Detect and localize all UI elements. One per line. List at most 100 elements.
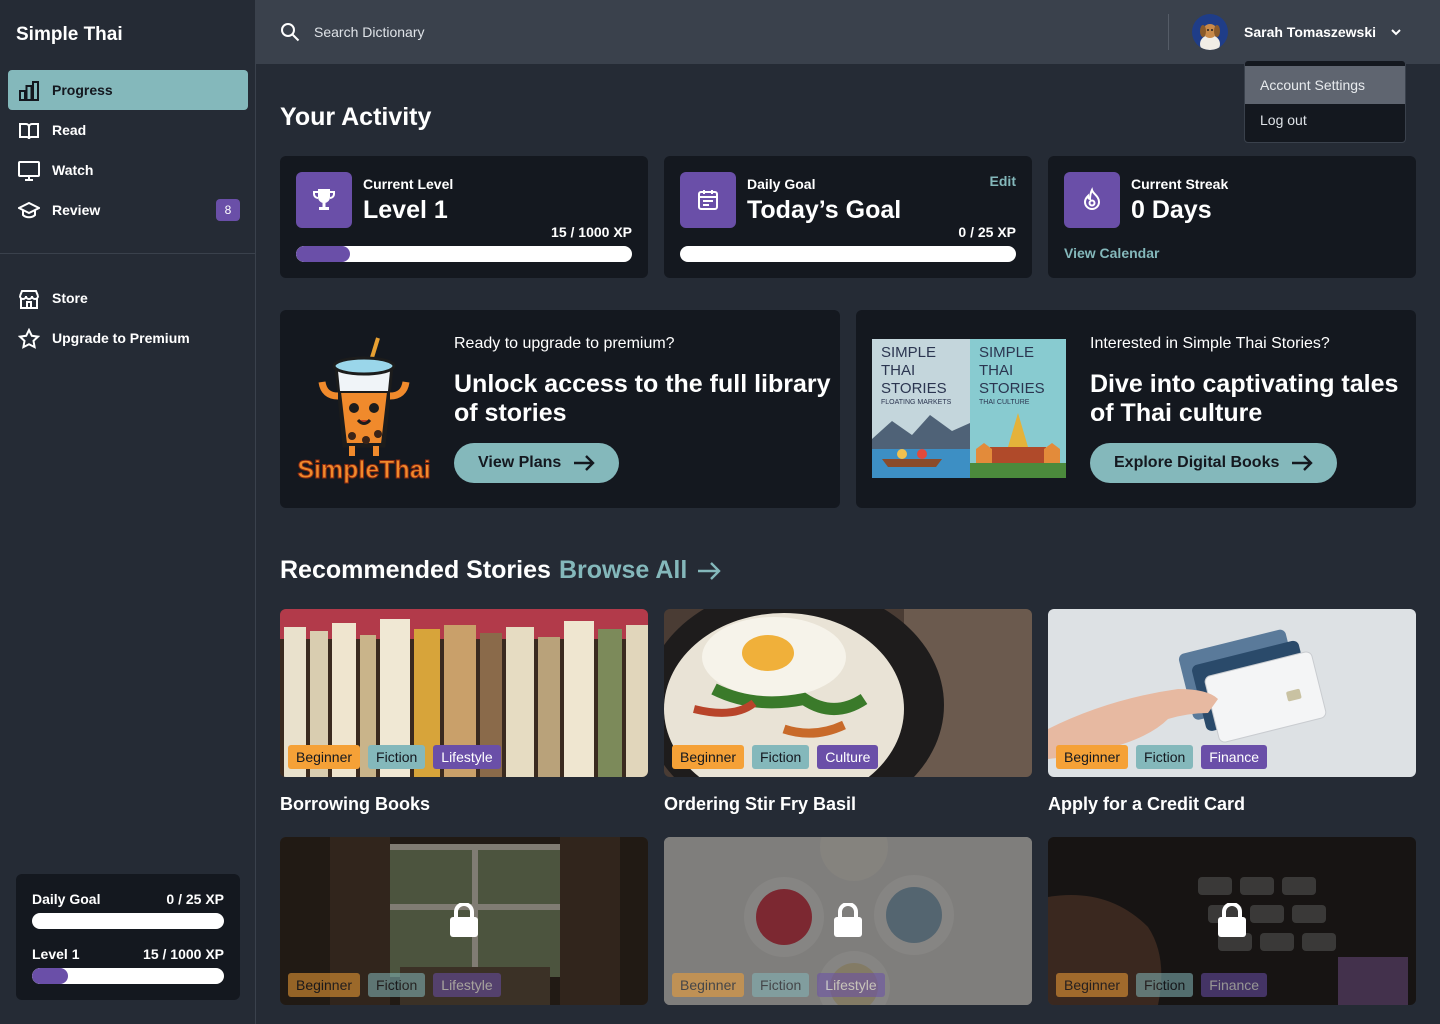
sidebar-item-label: Upgrade to Premium: [52, 330, 190, 346]
daily-goal-card: Daily Goal Today’s Goal Edit 0 / 25 XP: [664, 156, 1032, 278]
book-title: SIMPLE THAI STORIES: [979, 344, 1045, 397]
book-subtitle: THAI CULTURE: [979, 399, 1030, 406]
trophy-icon-box: [296, 172, 352, 228]
tag-level: Beginner: [672, 973, 745, 997]
book-subtitle: FLOATING MARKETS: [881, 399, 952, 406]
current-level-value: Level 1: [363, 196, 448, 224]
tag-genre: Fiction: [1136, 973, 1194, 997]
digital-books-question: Interested in Simple Thai Stories?: [1090, 335, 1330, 352]
book-icon: [19, 123, 39, 140]
chevron-down-icon[interactable]: [1390, 26, 1402, 38]
story-title[interactable]: Ordering Stir Fry Basil: [664, 794, 856, 815]
sidebar: Simple Thai Progress Read Watch Review 8…: [0, 0, 256, 1024]
sidebar-item-watch[interactable]: Watch: [8, 150, 248, 190]
browse-all-link[interactable]: Browse All: [559, 556, 721, 585]
sidebar-item-label: Store: [52, 290, 88, 306]
view-plans-label: View Plans: [478, 454, 562, 471]
story-card-ordering-stir-fry-basil[interactable]: Beginner Fiction Culture: [664, 609, 1032, 777]
daily-goal-xp: 0 / 25 XP: [958, 224, 1016, 240]
sidebar-item-label: Progress: [52, 82, 113, 98]
arrow-right-icon: [574, 455, 596, 471]
book-cover-thai-culture: SIMPLE THAI STORIES THAI CULTURE: [970, 339, 1066, 478]
activity-heading: Your Activity: [280, 103, 432, 131]
search-input[interactable]: Search Dictionary: [280, 22, 425, 42]
floating-market-illustration: [872, 415, 970, 478]
tag-topic: Culture: [817, 745, 879, 769]
store-icon: [19, 290, 39, 309]
daily-goal-label: Daily Goal: [747, 176, 816, 192]
story-card-locked[interactable]: Beginner Fiction Lifestyle: [280, 837, 648, 1005]
browse-all-label: Browse All: [559, 556, 688, 584]
simple-thai-mascot-logo: SimpleThai: [297, 337, 431, 484]
story-card-apply-for-a-credit-card[interactable]: Beginner Fiction Finance: [1048, 609, 1416, 777]
sidebar-item-upgrade[interactable]: Upgrade to Premium: [8, 318, 248, 358]
user-menu-dropdown: Account Settings Log out: [1244, 60, 1406, 143]
sidebar-level-fill: [32, 968, 68, 984]
trophy-icon: [313, 189, 335, 210]
tag-topic: Finance: [1201, 745, 1268, 769]
current-streak-card: Current Streak 0 Days View Calendar: [1048, 156, 1416, 278]
sidebar-daily-goal-label: Daily Goal: [32, 891, 101, 907]
menu-item-logout[interactable]: Log out: [1245, 101, 1405, 139]
tag-level: Beginner: [288, 745, 361, 769]
graduation-cap-icon: [18, 201, 40, 219]
fire-icon: [1083, 187, 1101, 210]
view-plans-button[interactable]: View Plans: [454, 443, 620, 483]
bar-chart-icon: [19, 81, 39, 101]
sidebar-level-value: 15 / 1000 XP: [143, 946, 224, 962]
sidebar-level-label: Level 1: [32, 946, 80, 962]
tag-genre: Fiction: [752, 745, 810, 769]
arrow-right-icon: [698, 561, 721, 580]
sidebar-daily-goal-bar: [32, 913, 224, 929]
digital-books-promo: SIMPLE THAI STORIES FLOATING MARKETS SIM…: [856, 310, 1416, 508]
recommended-heading: Recommended Stories: [280, 556, 551, 584]
view-calendar-link[interactable]: View Calendar: [1064, 245, 1159, 261]
avatar[interactable]: [1192, 14, 1228, 50]
current-streak-label: Current Streak: [1131, 176, 1229, 192]
search-icon: [281, 23, 300, 42]
story-title[interactable]: Apply for a Credit Card: [1048, 794, 1245, 815]
level-progress-bar: [296, 246, 632, 262]
sidebar-item-store[interactable]: Store: [8, 278, 248, 318]
book-cover-floating-markets: SIMPLE THAI STORIES FLOATING MARKETS: [872, 339, 970, 478]
app-title: Simple Thai: [16, 24, 123, 45]
sidebar-item-label: Read: [52, 122, 87, 138]
star-icon: [18, 328, 40, 349]
tag-level: Beginner: [672, 745, 745, 769]
fire-icon-box: [1064, 172, 1120, 228]
story-card-borrowing-books[interactable]: Beginner Fiction Lifestyle: [280, 609, 648, 777]
premium-title: Unlock access to the full library of sto…: [454, 370, 831, 427]
story-card-locked[interactable]: Beginner Fiction Finance: [1048, 837, 1416, 1005]
sidebar-goal-panel: Daily Goal 0 / 25 XP Level 1 15 / 1000 X…: [16, 874, 240, 1000]
digital-books-title: Dive into captivating tales of Thai cult…: [1090, 370, 1399, 427]
daily-goal-progress-bar: [680, 246, 1016, 262]
tag-genre: Fiction: [368, 973, 426, 997]
current-streak-value: 0 Days: [1131, 196, 1212, 224]
lock-icon: [1218, 903, 1246, 937]
sidebar-item-review[interactable]: Review 8: [8, 190, 248, 230]
sidebar-item-read[interactable]: Read: [8, 110, 248, 150]
user-name[interactable]: Sarah Tomaszewski: [1244, 24, 1376, 40]
current-level-card: Current Level Level 1 15 / 1000 XP: [280, 156, 648, 278]
level-progress-fill: [296, 246, 350, 262]
story-tags: Beginner Fiction Lifestyle: [288, 973, 501, 997]
explore-digital-books-button[interactable]: Explore Digital Books: [1090, 443, 1338, 483]
tag-level: Beginner: [288, 973, 361, 997]
story-card-locked[interactable]: Beginner Fiction Lifestyle: [664, 837, 1032, 1005]
daily-goal-value: Today’s Goal: [747, 196, 902, 224]
sidebar-level-bar: [32, 968, 224, 984]
tag-genre: Fiction: [368, 745, 426, 769]
sidebar-daily-goal-value: 0 / 25 XP: [166, 891, 224, 907]
svg-text:SimpleThai: SimpleThai: [297, 456, 430, 484]
sidebar-item-progress[interactable]: Progress: [8, 70, 248, 110]
calendar-icon: [698, 190, 718, 210]
tag-level: Beginner: [1056, 745, 1129, 769]
monitor-icon: [18, 161, 40, 181]
lock-icon: [834, 903, 862, 937]
sidebar-item-label: Review: [52, 202, 101, 218]
menu-item-account-settings[interactable]: Account Settings: [1245, 66, 1405, 104]
edit-goal-link[interactable]: Edit: [990, 173, 1016, 189]
story-title[interactable]: Borrowing Books: [280, 794, 430, 815]
sidebar-daily-goal-row: Daily Goal 0 / 25 XP: [32, 891, 224, 907]
story-tags: Beginner Fiction Finance: [1056, 745, 1268, 769]
